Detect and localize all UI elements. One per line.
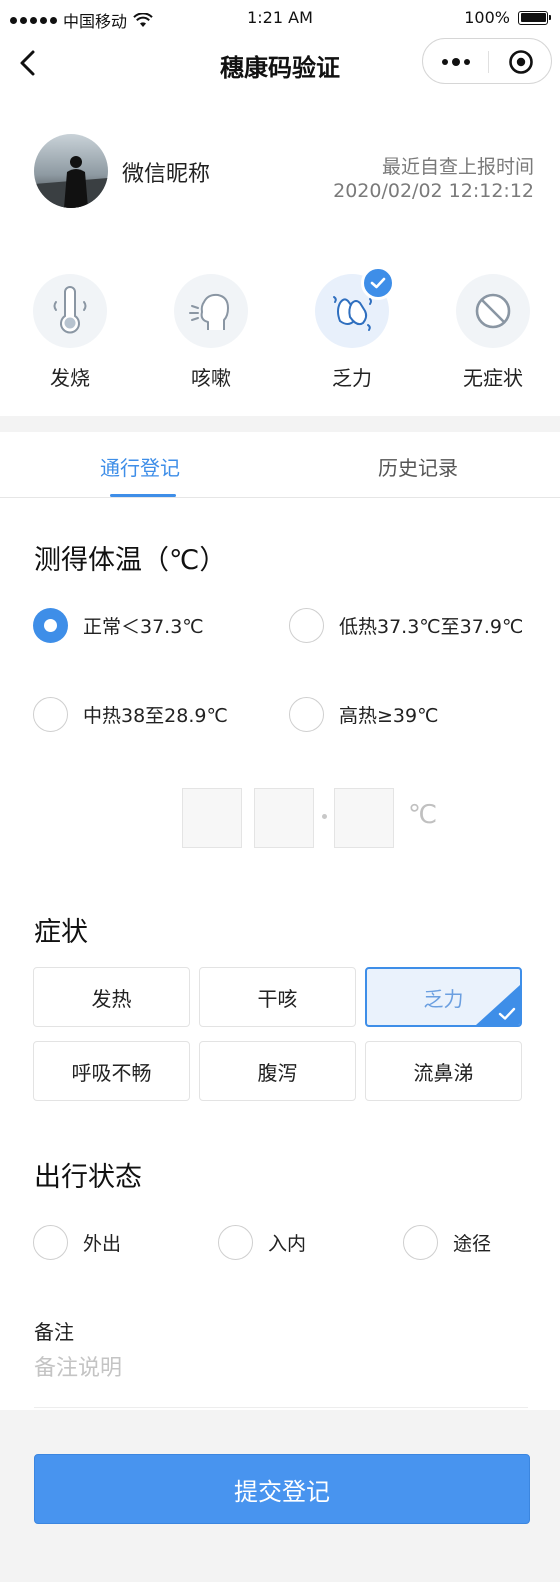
temp-option-low-fever[interactable]: 低热37.3℃至37.9℃ (289, 608, 523, 643)
symptom-chip-runny-nose[interactable]: 流鼻涕 (365, 1041, 522, 1101)
remark-input[interactable] (34, 1348, 528, 1388)
temp-option-high-fever[interactable]: 高热≥39℃ (289, 697, 438, 732)
quick-symptom-label: 无症状 (463, 366, 523, 390)
mini-program-capsule (422, 38, 552, 84)
quick-symptom-label: 咳嗽 (191, 366, 231, 390)
chip-label: 腹泻 (257, 1060, 298, 1085)
temp-digit-input-1[interactable] (182, 788, 242, 848)
temperature-title: 测得体温（℃） (34, 545, 227, 576)
battery-fill (520, 13, 546, 22)
radio-label: 外出 (83, 1233, 122, 1255)
travel-option-via[interactable]: 途径 (403, 1225, 491, 1260)
radio-circle (33, 608, 68, 643)
radio-circle (289, 697, 324, 732)
quick-symptom-circle (174, 274, 248, 348)
radio-circle (403, 1225, 438, 1260)
chip-label: 发热 (91, 986, 132, 1011)
quick-symptom-circle (456, 274, 530, 348)
radio-circle (33, 1225, 68, 1260)
tab-divider (0, 497, 560, 498)
submit-label: 提交登记 (234, 1477, 330, 1506)
no-symptom-icon (475, 293, 511, 329)
radio-label: 中热38至28.9℃ (83, 705, 228, 727)
quick-symptom-cough[interactable]: 咳嗽 (173, 274, 249, 390)
quick-symptom-circle (33, 274, 107, 348)
status-right: 100% (464, 8, 551, 27)
thermometer-icon (53, 286, 87, 334)
chip-label: 呼吸不畅 (71, 1060, 152, 1085)
symptom-chip-diarrhea[interactable]: 腹泻 (199, 1041, 356, 1101)
selected-check-icon (361, 266, 395, 300)
quick-symptom-none[interactable]: 无症状 (455, 274, 531, 390)
more-icon[interactable] (423, 39, 488, 85)
battery-icon (518, 10, 551, 25)
radio-label: 高热≥39℃ (339, 705, 439, 727)
temp-digit-input-2[interactable] (254, 788, 314, 848)
temp-option-mid-fever[interactable]: 中热38至28.9℃ (33, 697, 228, 732)
chip-label: 乏力 (423, 986, 464, 1011)
quick-symptom-label: 发烧 (50, 366, 90, 390)
radio-circle (218, 1225, 253, 1260)
user-nickname: 微信昵称 (122, 162, 211, 187)
submit-button[interactable]: 提交登记 (34, 1454, 530, 1524)
remark-underline (34, 1407, 528, 1408)
chip-label: 流鼻涕 (413, 1060, 474, 1085)
travel-option-in[interactable]: 入内 (218, 1225, 306, 1260)
remark-label: 备注 (34, 1320, 74, 1344)
radio-label: 低热37.3℃至37.9℃ (339, 616, 524, 638)
cough-icon (189, 293, 229, 330)
section-separator (0, 416, 560, 432)
avatar (34, 134, 108, 208)
tab-history[interactable]: 历史记录 (378, 452, 458, 481)
status-bar: 中国移动 1:21 AM 100% (0, 0, 560, 36)
radio-circle (289, 608, 324, 643)
symptom-chip-fever[interactable]: 发热 (33, 967, 190, 1027)
battery-percent: 100% (464, 8, 510, 27)
check-icon (498, 1007, 516, 1020)
travel-status-title: 出行状态 (34, 1162, 142, 1193)
symptom-chip-dry-cough[interactable]: 干咳 (199, 967, 356, 1027)
close-target-icon[interactable] (489, 39, 553, 85)
nav-bar: 穗康码验证 (0, 36, 560, 92)
report-time-label: 最近自查上报时间 (381, 156, 534, 178)
temp-digit-input-3[interactable] (334, 788, 394, 848)
radio-circle (33, 697, 68, 732)
quick-symptom-circle (315, 266, 395, 348)
symptom-chip-short-breath[interactable]: 呼吸不畅 (33, 1041, 190, 1101)
radio-label: 途径 (453, 1233, 492, 1255)
quick-symptom-fatigue[interactable]: 乏力 (314, 266, 395, 390)
radio-label: 正常＜37.3℃ (83, 616, 204, 638)
symptom-chip-fatigue[interactable]: 乏力 (365, 967, 522, 1027)
radio-label: 入内 (268, 1233, 307, 1255)
quick-symptom-fever[interactable]: 发烧 (32, 274, 108, 390)
quick-symptom-label: 乏力 (332, 366, 372, 390)
travel-option-out[interactable]: 外出 (33, 1225, 121, 1260)
tab-pass-registration[interactable]: 通行登记 (100, 452, 180, 481)
report-time-value: 2020/02/02 12:12:12 (333, 180, 534, 202)
symptoms-title: 症状 (34, 917, 88, 948)
temp-unit-label: ℃ (408, 800, 438, 830)
chip-label: 干咳 (257, 986, 298, 1011)
temp-option-normal[interactable]: 正常＜37.3℃ (33, 608, 204, 643)
decimal-point (322, 814, 327, 819)
